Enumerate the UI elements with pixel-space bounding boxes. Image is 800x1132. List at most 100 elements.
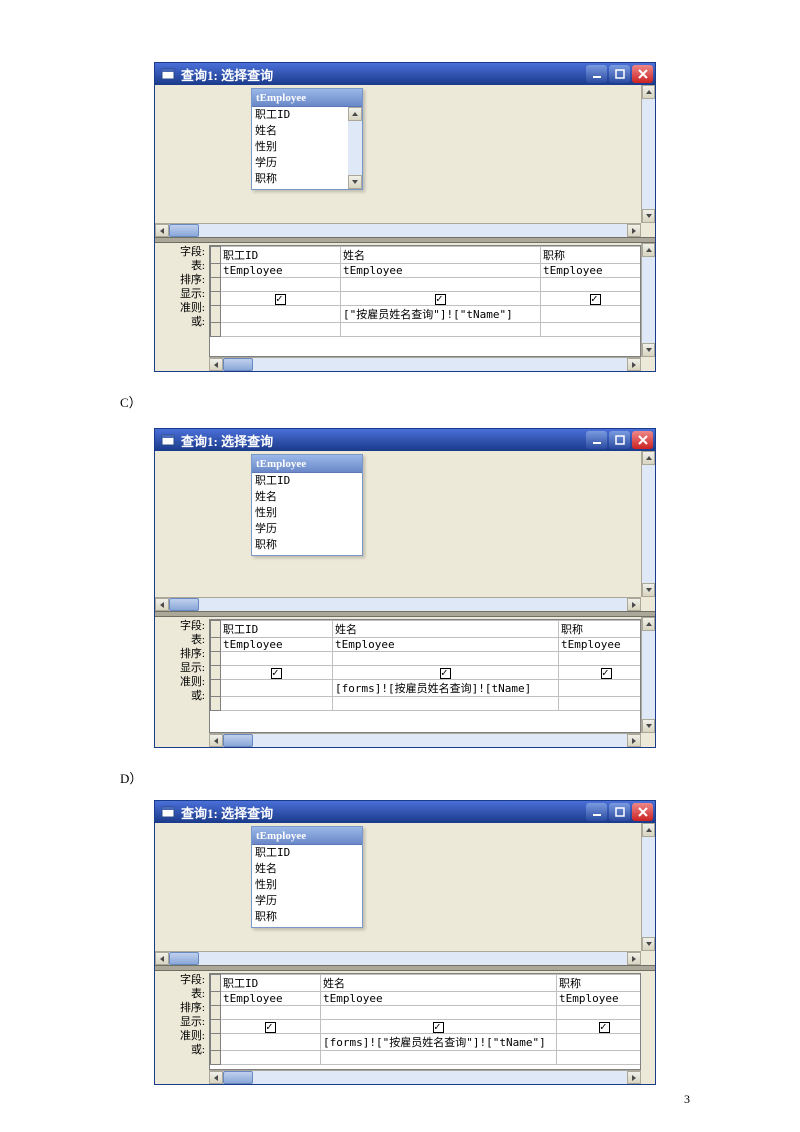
cell-table[interactable]: tEmployee (321, 992, 557, 1006)
cell-sort[interactable] (221, 652, 333, 666)
cell-field[interactable]: 职工ID (221, 247, 341, 264)
cell-show[interactable] (221, 666, 333, 680)
upper-hscroll[interactable] (155, 597, 641, 611)
show-checkbox[interactable] (433, 1022, 444, 1033)
close-button[interactable] (632, 431, 653, 449)
cell-or[interactable] (333, 697, 559, 711)
scroll-left-icon[interactable] (155, 952, 169, 965)
show-checkbox[interactable] (440, 668, 451, 679)
scroll-down-icon[interactable] (642, 719, 655, 733)
grid-hscroll[interactable] (209, 1070, 641, 1084)
scroll-thumb[interactable] (223, 734, 253, 747)
field-item[interactable]: 性别 (252, 877, 362, 893)
minimize-button[interactable] (586, 65, 607, 83)
cell-sort[interactable] (541, 278, 642, 292)
cell-sort[interactable] (341, 278, 541, 292)
cell-or[interactable] (541, 323, 642, 337)
field-item[interactable]: 职工ID (252, 845, 362, 861)
upper-hscroll[interactable] (155, 951, 641, 965)
close-button[interactable] (632, 803, 653, 821)
scroll-left-icon[interactable] (155, 224, 169, 237)
scroll-up-icon[interactable] (348, 107, 362, 121)
upper-vscroll[interactable] (641, 85, 655, 223)
show-checkbox[interactable] (271, 668, 282, 679)
cell-table[interactable]: tEmployee (541, 264, 642, 278)
cell-field[interactable]: 职称 (557, 975, 642, 992)
upper-hscroll[interactable] (155, 223, 641, 237)
cell-or[interactable] (221, 323, 341, 337)
scroll-up-icon[interactable] (642, 85, 655, 99)
cell-field[interactable]: 职工ID (221, 975, 321, 992)
cell-show[interactable] (221, 1020, 321, 1034)
titlebar[interactable]: 查询1: 选择查询 (155, 429, 655, 451)
maximize-button[interactable] (609, 65, 630, 83)
field-item[interactable]: 职称 (252, 171, 362, 187)
scroll-down-icon[interactable] (642, 937, 655, 951)
field-item[interactable]: 职称 (252, 909, 362, 925)
grid-hscroll[interactable] (209, 733, 641, 747)
show-checkbox[interactable] (601, 668, 612, 679)
field-item[interactable]: 姓名 (252, 123, 362, 139)
field-item[interactable]: 学历 (252, 893, 362, 909)
cell-table[interactable]: tEmployee (559, 638, 642, 652)
scroll-down-icon[interactable] (642, 209, 655, 223)
upper-vscroll[interactable] (641, 823, 655, 951)
cell-or[interactable] (321, 1051, 557, 1065)
field-item[interactable]: 学历 (252, 521, 362, 537)
cell-table[interactable]: tEmployee (221, 638, 333, 652)
cell-field[interactable]: 职称 (541, 247, 642, 264)
cell-show[interactable] (321, 1020, 557, 1034)
scroll-right-icon[interactable] (627, 952, 641, 965)
scroll-thumb[interactable] (223, 358, 253, 371)
field-list[interactable]: 职工ID 姓名 性别 学历 职称 (252, 473, 362, 555)
cell-show[interactable] (341, 292, 541, 306)
field-item[interactable]: 性别 (252, 139, 362, 155)
table-employee[interactable]: tEmployee 职工ID 姓名 性别 学历 职称 (251, 454, 363, 556)
scroll-right-icon[interactable] (627, 1071, 641, 1084)
cell-field[interactable]: 姓名 (321, 975, 557, 992)
show-checkbox[interactable] (275, 294, 286, 305)
design-grid[interactable]: 职工ID姓名职称 tEmployeetEmployeetEmployee [fo… (209, 619, 641, 733)
cell-criteria[interactable] (221, 680, 333, 697)
scroll-up-icon[interactable] (642, 451, 655, 465)
cell-sort[interactable] (557, 1006, 642, 1020)
cell-show[interactable] (559, 666, 642, 680)
scroll-up-icon[interactable] (642, 617, 655, 631)
scroll-thumb[interactable] (169, 224, 199, 237)
close-button[interactable] (632, 65, 653, 83)
field-item[interactable]: 姓名 (252, 489, 362, 505)
cell-criteria[interactable] (221, 1034, 321, 1051)
field-list[interactable]: 职工ID 姓名 性别 学历 职称 (252, 845, 362, 927)
cell-sort[interactable] (333, 652, 559, 666)
scroll-down-icon[interactable] (348, 175, 362, 189)
cell-or[interactable] (341, 323, 541, 337)
scroll-thumb[interactable] (169, 952, 199, 965)
field-item[interactable]: 学历 (252, 155, 362, 171)
scroll-right-icon[interactable] (627, 598, 641, 611)
cell-criteria[interactable] (559, 680, 642, 697)
field-item[interactable]: 职称 (252, 537, 362, 553)
scroll-up-icon[interactable] (642, 823, 655, 837)
cell-or[interactable] (221, 1051, 321, 1065)
cell-sort[interactable] (221, 1006, 321, 1020)
scroll-down-icon[interactable] (642, 343, 655, 357)
cell-sort[interactable] (559, 652, 642, 666)
fieldlist-scrollbar[interactable] (348, 107, 362, 189)
cell-table[interactable]: tEmployee (221, 264, 341, 278)
scroll-right-icon[interactable] (627, 224, 641, 237)
cell-field[interactable]: 姓名 (333, 621, 559, 638)
scroll-down-icon[interactable] (642, 583, 655, 597)
cell-criteria[interactable]: ["按雇员姓名查询"]!["tName"] (341, 306, 541, 323)
maximize-button[interactable] (609, 803, 630, 821)
show-checkbox[interactable] (599, 1022, 610, 1033)
grid-hscroll[interactable] (209, 357, 641, 371)
minimize-button[interactable] (586, 803, 607, 821)
grid-vscroll[interactable] (641, 617, 655, 733)
field-item[interactable]: 性别 (252, 505, 362, 521)
cell-sort[interactable] (321, 1006, 557, 1020)
grid-vscroll[interactable] (641, 243, 655, 357)
design-grid[interactable]: 职工ID姓名职称 tEmployeetEmployeetEmployee [fo… (209, 973, 641, 1070)
scroll-thumb[interactable] (169, 598, 199, 611)
titlebar[interactable]: 查询1: 选择查询 (155, 801, 655, 823)
titlebar[interactable]: 查询1: 选择查询 (155, 63, 655, 85)
